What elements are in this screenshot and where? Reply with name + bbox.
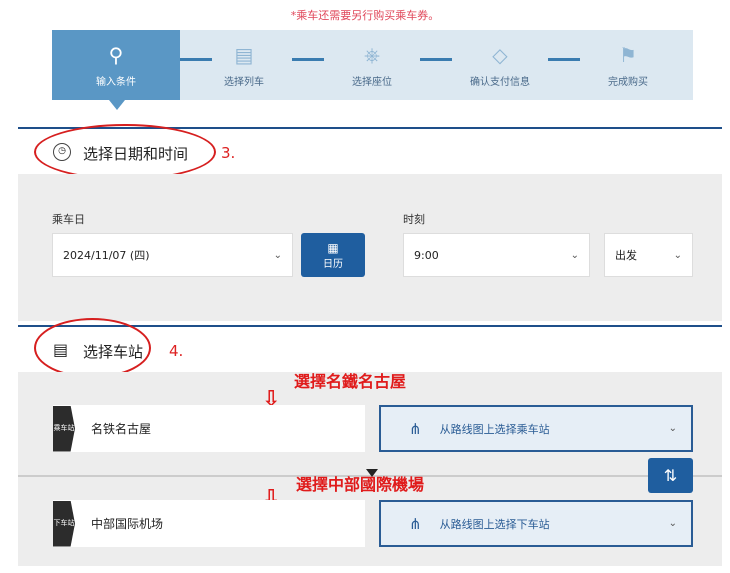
progress-steps: ⚲ 输入条件 ▤ 选择列车 ⎈ 选择座位 ◇ 确认支付信息 ⚑ 完成购买 xyxy=(52,30,693,100)
swap-icon: ⇅ xyxy=(663,466,678,485)
time-label: 时刻 xyxy=(403,213,425,226)
to-station-input[interactable]: 下车站 中部国际机场 xyxy=(53,500,365,547)
chevron-down-icon: ⌄ xyxy=(273,249,282,261)
step-label: 选择列车 xyxy=(224,76,264,88)
seat-icon: ⎈ xyxy=(364,42,380,67)
chevron-down-icon: ⌄ xyxy=(668,518,677,529)
step-complete: ⚑ 完成购买 xyxy=(564,30,692,100)
step-label: 选择座位 xyxy=(352,76,392,88)
calendar-button[interactable]: ▦ 日历 xyxy=(301,233,365,277)
annotation-from: 選擇名鐵名古屋 xyxy=(294,372,407,391)
from-station-input[interactable]: 乘车站 名铁名古屋 xyxy=(53,405,365,452)
active-step-pointer xyxy=(109,100,125,110)
time-value: 9:00 xyxy=(414,248,439,262)
step-confirm-payment: ◇ 确认支付信息 xyxy=(436,30,564,100)
step-label: 完成购买 xyxy=(608,76,648,88)
train-icon: ▤ xyxy=(234,42,254,67)
direction-value: 出发 xyxy=(615,249,637,262)
step-connector xyxy=(548,58,580,61)
search-icon: ⚲ xyxy=(108,42,124,67)
to-station-value: 中部国际机场 xyxy=(91,517,164,531)
from-station-value: 名铁名古屋 xyxy=(91,422,152,436)
time-select[interactable]: 9:00 ⌄ xyxy=(403,233,590,277)
date-label: 乘车日 xyxy=(52,213,85,226)
step-connector xyxy=(420,58,452,61)
route-map-icon: ⋔ xyxy=(409,419,422,438)
flag-icon: ⚑ xyxy=(619,42,637,67)
annotation-to: 選擇中部國際機場 xyxy=(296,475,425,494)
annotation-number: 3. xyxy=(221,144,236,162)
route-map-icon: ⋔ xyxy=(409,514,422,533)
chevron-down-icon: ⌄ xyxy=(668,423,677,434)
from-station-tag: 乘车站 xyxy=(53,405,75,452)
step-connector xyxy=(292,58,324,61)
ticket-notice: *乘车还需要另行购买乘车券。 xyxy=(290,9,440,22)
chevron-down-icon: ⌄ xyxy=(673,249,682,261)
calendar-icon: ▦ xyxy=(327,240,339,255)
section-title-date: 选择日期和时间 xyxy=(83,145,189,163)
to-route-map-select[interactable]: ⋔ 从路线图上选择下车站 ⌄ xyxy=(379,500,693,547)
direction-select[interactable]: 出发 ⌄ xyxy=(604,233,693,277)
section-title-station: 选择车站 xyxy=(83,343,144,361)
calendar-label: 日历 xyxy=(323,258,343,270)
date-select[interactable]: 2024/11/07 (四) ⌄ xyxy=(52,233,293,277)
route-label: 从路线图上选择乘车站 xyxy=(439,422,550,436)
station-icon: ▤ xyxy=(53,340,69,359)
to-station-tag: 下车站 xyxy=(53,500,75,547)
step-label: 确认支付信息 xyxy=(470,76,530,88)
annotation-number: 4. xyxy=(169,342,184,360)
date-value: 2024/11/07 (四) xyxy=(63,249,150,262)
chevron-down-icon: ⌄ xyxy=(570,249,579,261)
step-select-seat: ⎈ 选择座位 xyxy=(308,30,436,100)
step-select-train: ▤ 选择列车 xyxy=(180,30,308,100)
swap-stations-button[interactable]: ⇅ xyxy=(648,458,693,493)
card-icon: ◇ xyxy=(492,42,508,67)
step-label: 输入条件 xyxy=(96,76,136,88)
step-input-conditions: ⚲ 输入条件 xyxy=(52,30,180,100)
clock-icon: ◷ xyxy=(53,143,71,161)
route-label: 从路线图上选择下车站 xyxy=(439,517,550,531)
step-connector xyxy=(180,58,212,61)
from-route-map-select[interactable]: ⋔ 从路线图上选择乘车站 ⌄ xyxy=(379,405,693,452)
